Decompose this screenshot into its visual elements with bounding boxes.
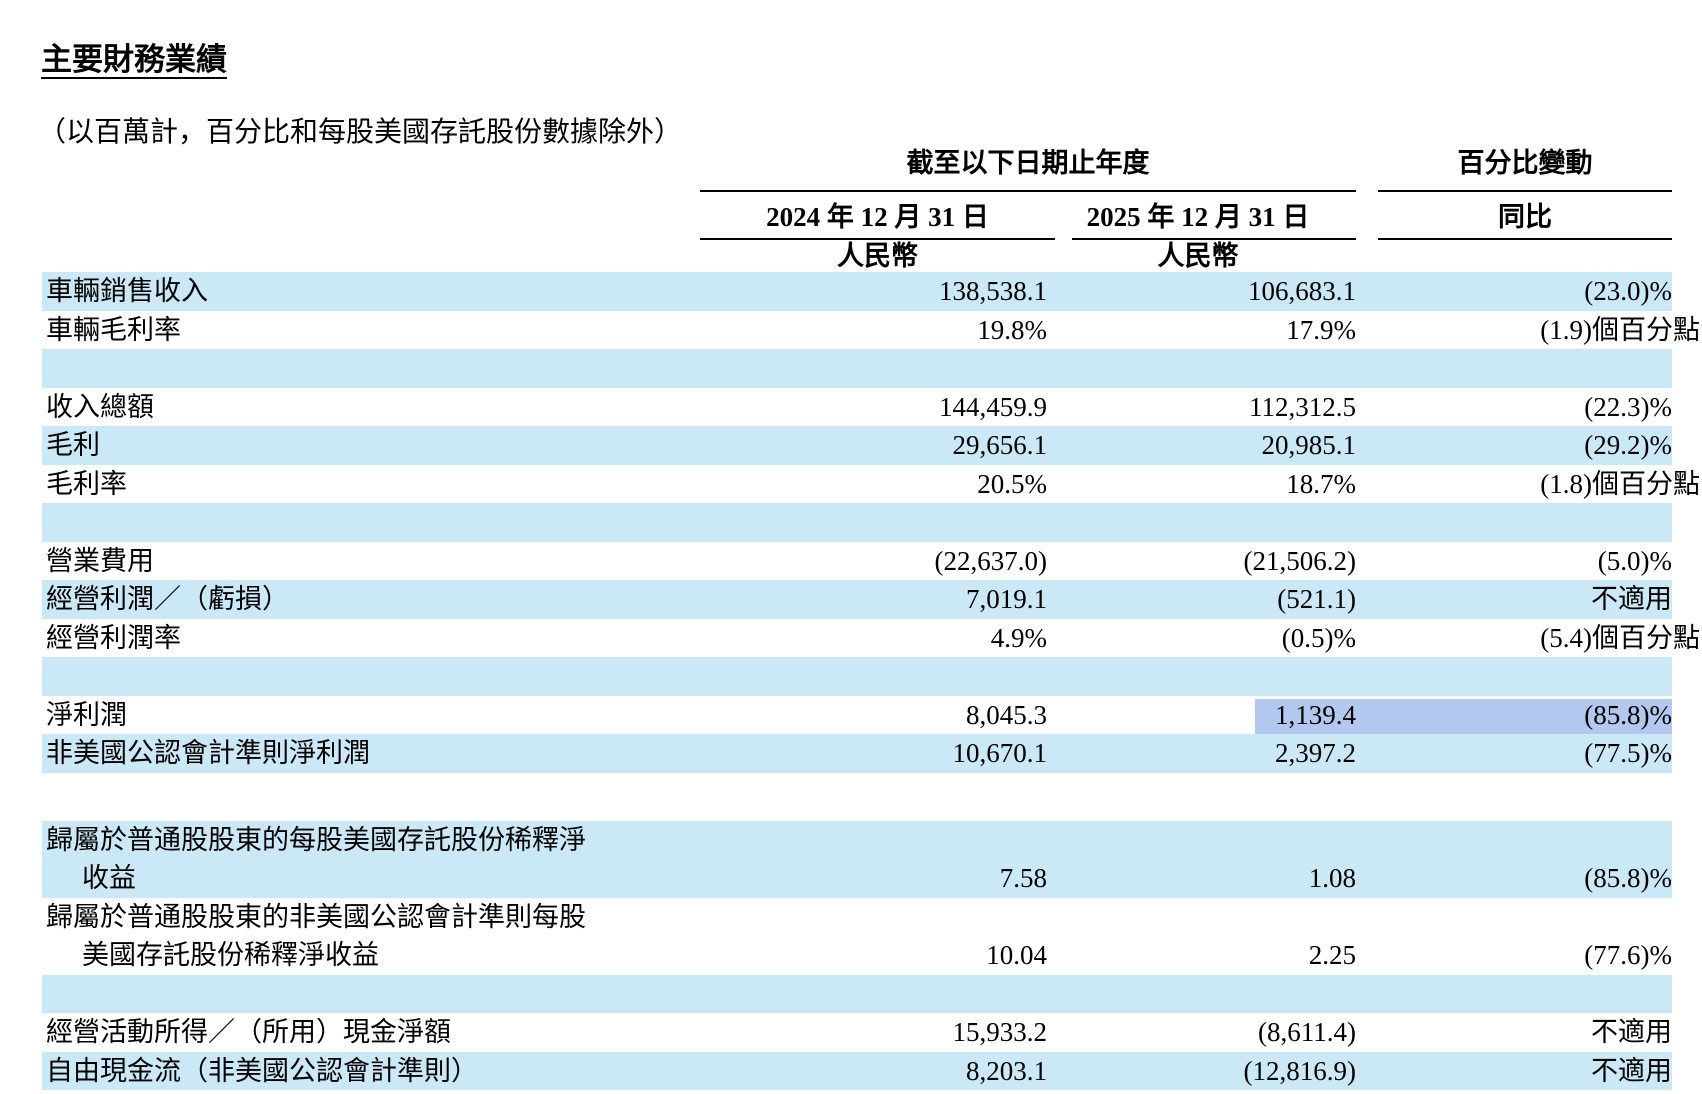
row-label-line2: 收益: [82, 863, 136, 893]
value-2025: 112,312.5: [1249, 391, 1356, 422]
value-change: (77.5)%: [1584, 738, 1672, 768]
row-label: 車輛銷售收入: [46, 276, 208, 306]
value-2024: 144,459.9: [939, 391, 1047, 422]
table-row: 歸屬於普通股股東的非美國公認會計準則每股美國存託股份稀釋淨收益 10.04 2.25…: [0, 898, 1702, 975]
row-label: 收入總額: [46, 391, 154, 422]
row-label: 自由現金流（非美國公認會計準則）: [46, 1055, 478, 1086]
value-change: (77.6)%: [1584, 940, 1672, 970]
table-row: 非美國公認會計準則淨利潤 10,670.1 2,397.2 (77.5)%: [0, 734, 1702, 773]
value-change: (22.3)%: [1584, 391, 1672, 422]
units-note: （以百萬計，百分比和每股美國存託股份數據除外）: [38, 117, 683, 148]
value-2025: (521.1): [1277, 584, 1356, 614]
financial-table-body: 車輛銷售收入 138,538.1 106,683.1 (23.0)% 車輛毛利率 19.8…: [0, 272, 1702, 1090]
value-2024: 8,203.1: [966, 1055, 1047, 1086]
value-2024: 10,670.1: [952, 738, 1048, 768]
value-change: (23.0)%: [1584, 276, 1672, 306]
col-header-2024: 2024 年 12 月 31 日: [766, 202, 989, 232]
value-2025: 106,683.1: [1248, 276, 1356, 306]
row-label: 經營活動所得／（所用）現金淨額: [46, 1017, 451, 1047]
row-band: [42, 349, 1672, 388]
value-2024: 15,933.2: [952, 1017, 1048, 1047]
row-label: 毛利: [46, 430, 100, 460]
table-row: 營業費用 (22,637.0) (21,506.2) (5.0)%: [0, 542, 1702, 581]
value-2025: 1,139.4: [1275, 699, 1356, 730]
table-row: 淨利潤 8,045.3 1,139.4 (85.8)%: [0, 696, 1702, 735]
row-label: 毛利率: [46, 468, 127, 499]
spacer-row: [0, 349, 1702, 388]
table-row: 車輛銷售收入 138,538.1 106,683.1 (23.0)%: [0, 272, 1702, 311]
table-row: 車輛毛利率 19.8% 17.9% (1.9)個百分點: [0, 311, 1702, 350]
value-2024: 10.04: [986, 940, 1047, 970]
value-2024: 138,538.1: [939, 276, 1047, 306]
value-2024: 8,045.3: [966, 699, 1047, 730]
value-change: (5.4)個百分點: [1540, 622, 1700, 653]
value-change: 不適用: [1591, 1017, 1672, 1047]
value-change: (85.8)%: [1584, 863, 1672, 893]
row-label: 車輛毛利率: [46, 314, 181, 345]
value-2025: 1.08: [1308, 863, 1356, 893]
table-row: 毛利率 20.5% 18.7% (1.8)個百分點: [0, 465, 1702, 504]
value-2025: (0.5)%: [1281, 622, 1356, 653]
row-label: 非美國公認會計準則淨利潤: [46, 738, 370, 768]
value-change: 不適用: [1591, 584, 1672, 614]
value-2025: (21,506.2): [1243, 545, 1356, 576]
row-label: 營業費用: [46, 545, 154, 576]
row-label-line1: 歸屬於普通股股東的非美國公認會計準則每股: [46, 901, 586, 932]
currency-label-2024: 人民幣: [837, 241, 918, 271]
spacer-row: [0, 503, 1702, 542]
table-row: 毛利 29,656.1 20,985.1 (29.2)%: [0, 426, 1702, 465]
value-2025: 2,397.2: [1275, 738, 1356, 768]
table-row: 經營利潤／（虧損） 7,019.1 (521.1) 不適用: [0, 580, 1702, 619]
row-label: 淨利潤: [46, 699, 127, 730]
value-2024: 19.8%: [977, 314, 1047, 345]
row-band: [42, 657, 1672, 696]
spacer-row: [0, 657, 1702, 696]
header-rule: [700, 190, 1356, 192]
value-2025: 20,985.1: [1261, 430, 1357, 460]
currency-label-2025: 人民幣: [1157, 241, 1239, 271]
value-change: (29.2)%: [1584, 430, 1672, 460]
row-band: [42, 426, 1672, 465]
col-header-2025: 2025 年 12 月 31 日: [1086, 202, 1310, 232]
header-rule: [1378, 190, 1672, 192]
value-change: (1.9)個百分點: [1540, 314, 1700, 345]
value-2025: 2.25: [1308, 940, 1356, 970]
value-2024: 29,656.1: [952, 430, 1048, 460]
header-rule: [1378, 238, 1672, 240]
row-band: [42, 503, 1672, 542]
value-change: 不適用: [1591, 1055, 1672, 1086]
value-2025: 18.7%: [1286, 468, 1356, 499]
row-label: 經營利潤率: [46, 622, 181, 653]
row-label-line1: 歸屬於普通股股東的每股美國存託股份稀釋淨: [46, 824, 586, 855]
value-2024: 4.9%: [990, 622, 1047, 653]
page-title: 主要財務業績: [41, 42, 227, 77]
table-row: 經營活動所得／（所用）現金淨額 15,933.2 (8,611.4) 不適用: [0, 1013, 1702, 1052]
value-2024: (22,637.0): [934, 545, 1047, 576]
change-group-header: 百分比變動: [1457, 148, 1593, 178]
table-row: 收入總額 144,459.9 112,312.5 (22.3)%: [0, 388, 1702, 427]
value-2024: 7,019.1: [966, 584, 1047, 614]
row-band: [42, 272, 1672, 311]
row-label: 經營利潤／（虧損）: [46, 584, 289, 614]
value-2024: 7.58: [999, 863, 1047, 893]
table-row: 經營利潤率 4.9% (0.5)% (5.4)個百分點: [0, 619, 1702, 658]
value-change: (5.0)%: [1597, 545, 1672, 576]
value-2025: (8,611.4): [1258, 1017, 1356, 1047]
row-band: [42, 974, 1672, 1013]
row-label-line2: 美國存託股份稀釋淨收益: [82, 940, 379, 970]
value-2024: 20.5%: [977, 468, 1047, 499]
value-2025: (12,816.9): [1243, 1055, 1356, 1086]
period-group-header: 截至以下日期止年度: [906, 148, 1150, 178]
value-change: (1.8)個百分點: [1540, 468, 1700, 499]
value-2025: 17.9%: [1286, 314, 1356, 345]
table-row: 自由現金流（非美國公認會計準則） 8,203.1 (12,816.9) 不適用: [0, 1051, 1702, 1090]
table-row: 歸屬於普通股股東的每股美國存託股份稀釋淨收益 7.58 1.08 (85.8)%: [0, 820, 1702, 898]
value-change: (85.8)%: [1584, 699, 1672, 730]
col-header-yoy: 同比: [1498, 202, 1552, 232]
spacer-row: [0, 974, 1702, 1013]
